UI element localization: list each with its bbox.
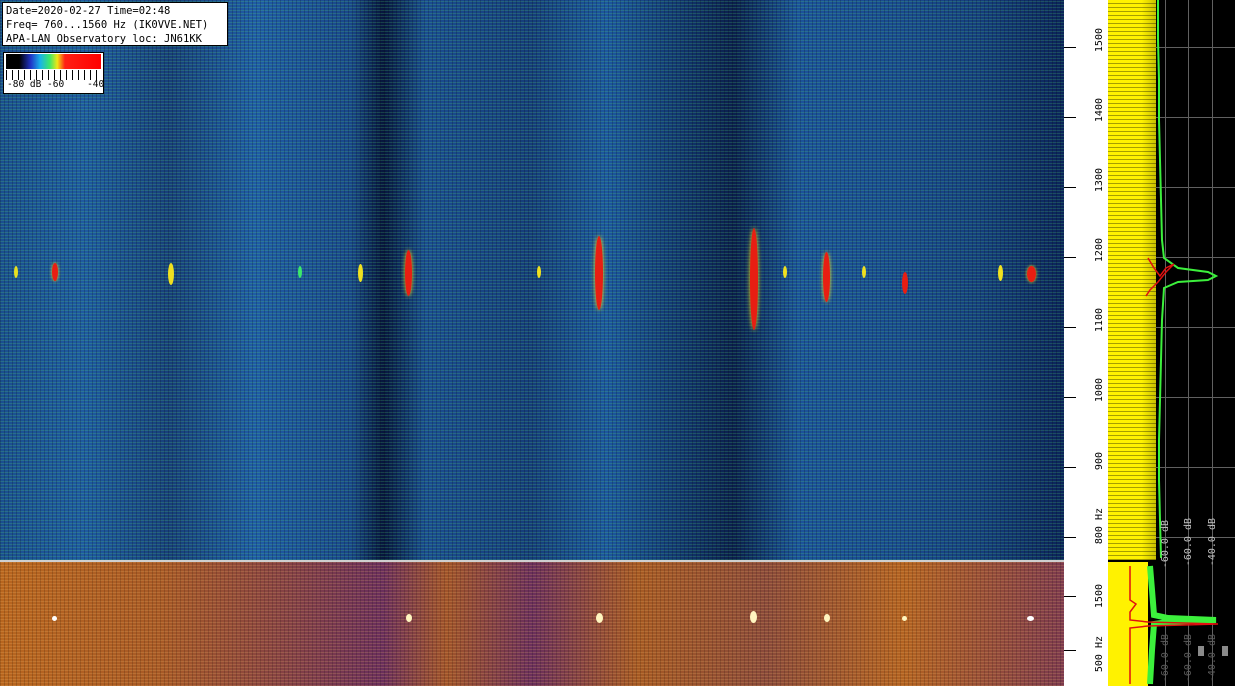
freq-label-900: 900 [1094,452,1105,471]
meteor-echo [406,614,412,622]
freq-label-bottom-500hz: 500 Hz [1094,636,1105,673]
axis-tick [1064,257,1076,258]
meteor-echo [596,613,603,623]
meteor-echo [823,252,830,302]
meteor-echo [783,266,787,278]
meteor-echo [902,272,908,294]
freq-label-1400: 1400 [1094,98,1105,123]
spectrum-average-trace [1145,257,1175,297]
freq-label-bottom-1500: 1500 [1094,584,1105,609]
freq-label-1200: 1200 [1094,238,1105,263]
info-box: Date=2020-02-27 Time=02:48 Freq= 760...1… [2,2,228,46]
axis-tick [1064,47,1076,48]
spectrum-average-trace-bottom [1129,566,1219,684]
meteor-echo [168,263,174,285]
db-label-top-2: -60.0 dB [1183,518,1194,567]
axis-tick [1064,117,1076,118]
meteor-echo [595,236,603,310]
waterfall-display-top [0,0,1064,560]
date-time-label: Date=2020-02-27 Time=02:48 [6,5,171,17]
meteor-echo [1027,266,1036,282]
meteor-echo [750,228,758,330]
meteor-echo [537,266,541,278]
axis-tick [1064,596,1076,597]
axis-tick [1064,327,1076,328]
meteor-echo [358,264,363,282]
frequency-range-label: Freq= 760...1560 Hz (IK0VVE.NET) [6,19,209,31]
color-scale-bar [6,54,101,69]
meteor-echo [750,611,757,623]
db-label-top-3: -40.0 dB [1207,518,1218,567]
db-label-bottom-2: -60.0 dB [1183,634,1194,683]
spectrum-peak-trace [1157,0,1219,559]
axis-tick [1064,187,1076,188]
color-scale-labels: -80 dB -60 -40 [7,79,105,90]
meteor-echo [52,616,57,621]
axis-tick [1064,650,1076,651]
color-scale-legend: -80 dB -60 -40 [3,52,104,94]
freq-label-800hz: 800 Hz [1094,508,1105,545]
meteor-echo [902,616,907,621]
marker [1198,646,1204,656]
freq-label-1100: 1100 [1094,308,1105,333]
meteor-echo [998,265,1003,281]
marker [1222,646,1228,656]
spectrum-traces [1129,0,1228,685]
db-label-bottom-1: -60.0 dB [1160,634,1171,683]
meteor-echo [52,263,58,281]
meteor-echo [824,614,830,622]
db-label-bottom-3: -40.0 dB [1207,634,1218,683]
freq-label-1000: 1000 [1094,378,1105,403]
meteor-echo [298,266,302,278]
axis-tick [1064,397,1076,398]
meteor-echo [1027,616,1034,621]
freq-label-1300: 1300 [1094,168,1105,193]
observatory-label: APA-LAN Observatory loc: JN61KK [6,33,202,45]
meteor-echo [862,266,866,278]
axis-tick [1064,537,1076,538]
db-label-top-1: -60.0 dB [1160,520,1171,569]
meteor-echo [14,266,18,278]
freq-label-1500: 1500 [1094,28,1105,53]
axis-tick [1064,467,1076,468]
waterfall-display-bottom [0,562,1064,686]
meteor-echo [405,250,412,296]
